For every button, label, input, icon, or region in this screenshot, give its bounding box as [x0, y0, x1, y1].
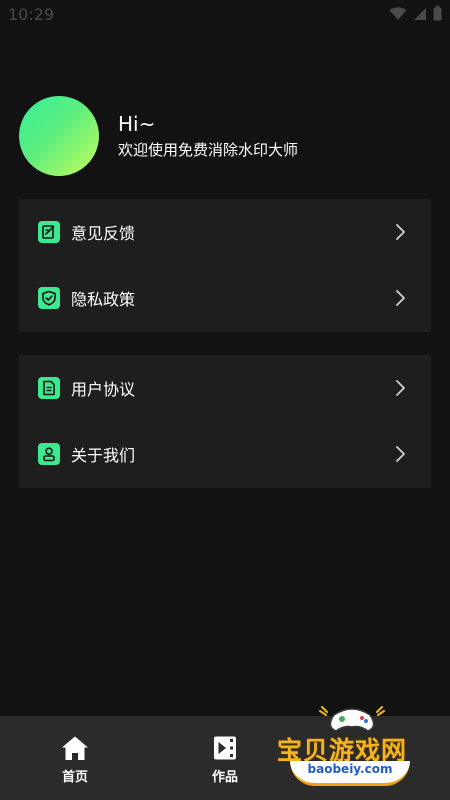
- welcome-subtitle: 欢迎使用免费消除水印大师: [118, 141, 299, 159]
- menu-card-support: 意见反馈 隐私政策: [19, 199, 431, 332]
- nav-label-home: 首页: [61, 770, 88, 785]
- menu-item-label: 关于我们: [71, 446, 136, 465]
- menu-item-about-us[interactable]: 关于我们: [19, 421, 431, 487]
- status-bar: 10:29: [0, 0, 450, 28]
- nav-item-home[interactable]: 首页: [20, 716, 130, 800]
- nav-item-works[interactable]: 作品: [170, 716, 280, 800]
- greeting-text: Hi~: [118, 112, 156, 136]
- menu-item-user-agreement[interactable]: 用户协议: [19, 355, 431, 421]
- watermark: 宝贝游戏网 baobeiy.com: [272, 705, 432, 795]
- menu-item-privacy[interactable]: 隐私政策: [19, 265, 431, 331]
- battery-icon: [433, 6, 442, 25]
- avatar[interactable]: [19, 96, 99, 176]
- nav-label-works: 作品: [211, 770, 238, 785]
- menu-item-label: 用户协议: [71, 380, 136, 399]
- chevron-right-icon: [396, 380, 405, 396]
- chevron-right-icon: [396, 224, 405, 240]
- home-icon: [62, 736, 88, 760]
- signal-icon: [413, 6, 427, 25]
- watermark-url: baobeiy.com: [307, 762, 393, 776]
- watermark-url-banner: baobeiy.com: [290, 761, 410, 786]
- status-time: 10:29: [8, 5, 55, 24]
- status-icons: [389, 6, 442, 25]
- chevron-right-icon: [396, 290, 405, 306]
- user-icon: [38, 443, 60, 465]
- profile-header: Hi~ 欢迎使用免费消除水印大师: [0, 95, 450, 177]
- chevron-right-icon: [396, 446, 405, 462]
- menu-item-feedback[interactable]: 意见反馈: [19, 199, 431, 265]
- menu-card-about: 用户协议 关于我们: [19, 355, 431, 488]
- feedback-icon: [38, 221, 60, 243]
- wifi-icon: [389, 6, 407, 25]
- menu-item-label: 意见反馈: [71, 224, 136, 243]
- document-icon: [38, 377, 60, 399]
- shield-icon: [38, 287, 60, 309]
- video-icon: [214, 736, 236, 760]
- menu-item-label: 隐私政策: [71, 290, 136, 309]
